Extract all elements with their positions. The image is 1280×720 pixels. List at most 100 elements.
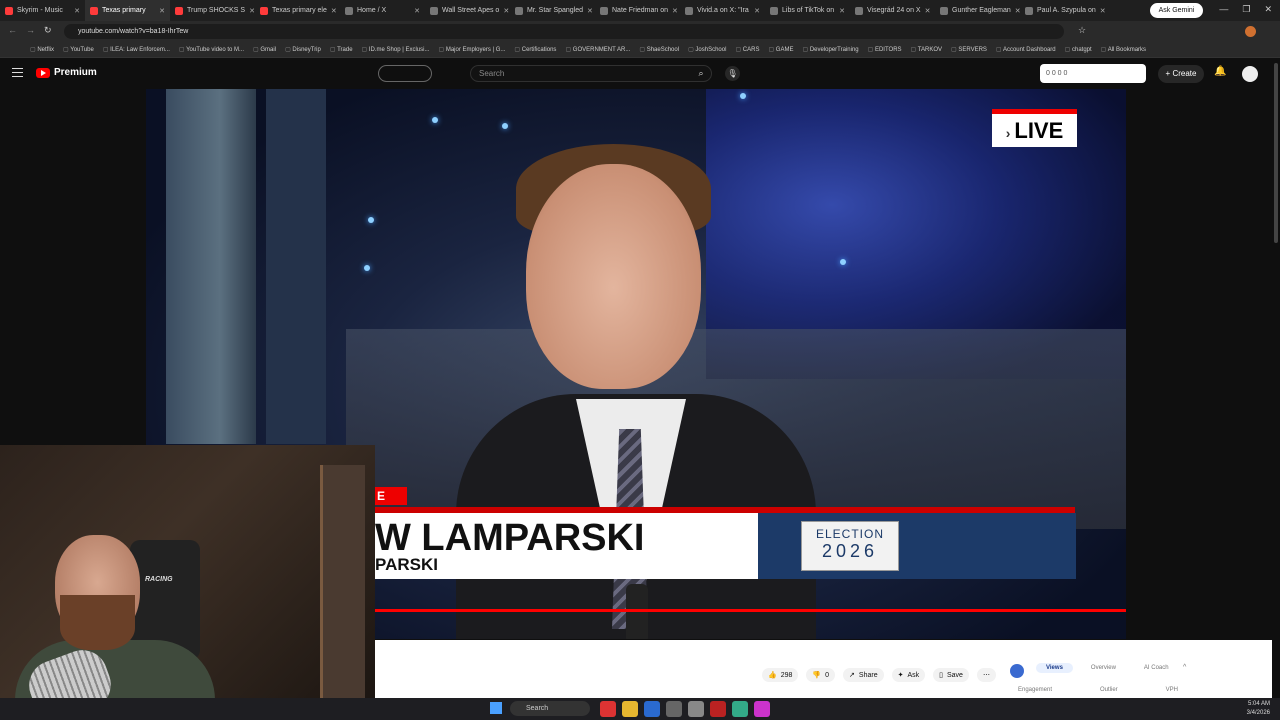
bookmark-item[interactable]: Gmail [253,46,276,53]
backdrop-pillar-dark [266,89,326,444]
browser-tab[interactable]: Texas primary ✕ [85,0,170,21]
bookmark-item[interactable]: Major Employers | G... [438,46,506,53]
close-tab-icon[interactable]: ✕ [1100,7,1105,15]
bookmark-item[interactable]: Certifications [514,46,557,53]
bookmark-item[interactable]: TARKOV [911,46,942,53]
close-tab-icon[interactable]: ✕ [925,7,931,15]
browser-tab[interactable]: Gunther Eagleman ✕ [935,0,1020,21]
bookmark-item[interactable]: YouTube video to M... [179,46,244,53]
close-tab-icon[interactable]: ✕ [331,7,337,15]
badge-year: 2026 [821,541,879,561]
bookmark-item[interactable]: CARS [735,46,760,53]
tab-title: Trump SHOCKS S [187,7,246,14]
analytics-tab[interactable]: Views [1036,663,1073,673]
search-input[interactable]: Search [470,65,712,82]
app-icon[interactable] [666,701,682,717]
windows-start-icon[interactable] [490,702,502,714]
chrome-icon[interactable] [600,701,616,717]
search-icon[interactable]: ⌕ [690,65,712,82]
live-label: LIVE [1014,118,1064,143]
app-icon[interactable] [688,701,704,717]
close-tab-icon[interactable]: ✕ [839,7,845,15]
ask-button[interactable]: ✦ Ask [891,668,926,682]
profile-avatar-icon[interactable] [1245,26,1256,37]
browser-tab[interactable]: Mr. Star Spangled ✕ [510,0,595,21]
bookmark-item[interactable]: DeveloperTraining [802,46,859,53]
bookmark-star-icon[interactable]: ☆ [1078,25,1086,36]
back-icon[interactable]: ← [8,25,17,35]
bookmark-item[interactable]: ShaeSchool [639,46,679,53]
create-label: Create [1172,69,1197,78]
browser-tab[interactable]: Libs of TikTok on ✕ [765,0,850,21]
app-icon[interactable] [754,701,770,717]
bookmark-item[interactable]: Trade [330,46,352,53]
minimize-icon[interactable]: — [1219,4,1228,15]
youtube-premium-logo[interactable]: Premium [36,67,97,78]
save-button[interactable]: ▯ Save [933,668,969,682]
close-tab-icon[interactable]: ✕ [159,7,165,15]
bookmark-item[interactable]: ILEA: Law Enforcem... [103,46,170,53]
close-tab-icon[interactable]: ✕ [414,7,420,15]
extension-chip[interactable] [378,65,432,82]
notifications-icon[interactable]: 🔔 [1214,66,1226,77]
create-button[interactable]: + Create [1158,65,1204,83]
progress-bar[interactable] [375,609,1126,612]
clock-date: 3/4/2026 [1246,710,1270,716]
bookmark-item[interactable]: Netflix [30,46,54,53]
taskbar-search[interactable]: Search [510,701,590,716]
analytics-tab[interactable]: AI Coach [1134,663,1179,673]
browser-tab[interactable]: Texas primary ele ✕ [255,0,340,21]
browser-tab[interactable]: Wall Street Apes o ✕ [425,0,510,21]
bookmark-item[interactable]: Account Dashboard [996,46,1056,53]
bookmark-item[interactable]: DisneyTrip [285,46,320,53]
close-tab-icon[interactable]: ✕ [74,7,80,15]
close-tab-icon[interactable]: ✕ [754,7,760,15]
browser-tab[interactable]: Paul A. Szypula on ✕ [1020,0,1105,21]
close-tab-icon[interactable]: ✕ [672,7,678,15]
analytics-tab[interactable]: Overview [1081,663,1126,673]
avatar[interactable] [1242,66,1258,82]
extension-toolbar[interactable]: 0 0 0 0 [1040,64,1146,83]
bookmark-item[interactable]: chatgpt [1065,46,1092,53]
more-actions-button[interactable]: ⋯ [976,668,996,682]
share-button[interactable]: ↗ Share [843,668,884,682]
collapse-icon[interactable]: ^ [1183,664,1186,671]
bookmark-item[interactable]: GOVERNMENT AR... [565,46,631,53]
page-scrollbar[interactable] [1272,58,1280,698]
browser-tab[interactable]: Home / X ✕ [340,0,425,21]
taskbar-clock[interactable]: 5:04 AM 3/4/2026 [1247,700,1270,718]
browser-tab[interactable]: Visegrád 24 on X ✕ [850,0,935,21]
browser-tab[interactable]: Nate Friedman on ✕ [595,0,680,21]
file-explorer-icon[interactable] [622,701,638,717]
url-field[interactable]: youtube.com/watch?v=ba18-IhrTew [64,24,1064,39]
bookmark-item[interactable]: All Bookmarks [1101,46,1146,53]
reload-icon[interactable]: ↻ [44,25,52,36]
bookmark-item[interactable]: JoshSchool [688,46,726,53]
windows-taskbar: Search 5:04 AM 3/4/2026 [0,698,1280,720]
app-icon[interactable] [644,701,660,717]
browser-tab[interactable]: Trump SHOCKS S ✕ [170,0,255,21]
tab-title: Texas primary ele [272,7,327,14]
app-icon[interactable] [710,701,726,717]
close-tab-icon[interactable]: ✕ [587,7,593,15]
forward-icon[interactable]: → [26,25,35,35]
bookmark-item[interactable]: GAME [768,46,794,53]
close-window-icon[interactable]: ✕ [1264,4,1272,15]
tab-favicon-icon [940,6,948,15]
bookmark-item[interactable]: ID.me Shop | Exclusi... [362,46,430,53]
close-tab-icon[interactable]: ✕ [503,7,509,15]
menu-icon[interactable] [12,68,23,77]
like-button[interactable]: 👍 298 [762,668,799,682]
bookmark-item[interactable]: EDITORS [868,46,902,53]
thumbs-down-icon: 👎 [812,672,822,679]
bookmark-item[interactable]: YouTube [63,46,94,53]
tab-title: Wall Street Apes o [442,7,500,14]
app-icon[interactable] [732,701,748,717]
restore-icon[interactable]: ❐ [1242,4,1250,15]
bookmark-item[interactable]: SERVERS [951,46,987,53]
voice-search-icon[interactable]: 🎙 [725,66,740,81]
dislike-button[interactable]: 👎 0 [806,668,836,682]
browser-tab[interactable]: Vivid.a on X: "Ira ✕ [680,0,765,21]
ask-gemini-button[interactable]: Ask Gemini [1150,3,1203,18]
browser-tab[interactable]: Skyrim - Music ✕ [0,0,85,21]
